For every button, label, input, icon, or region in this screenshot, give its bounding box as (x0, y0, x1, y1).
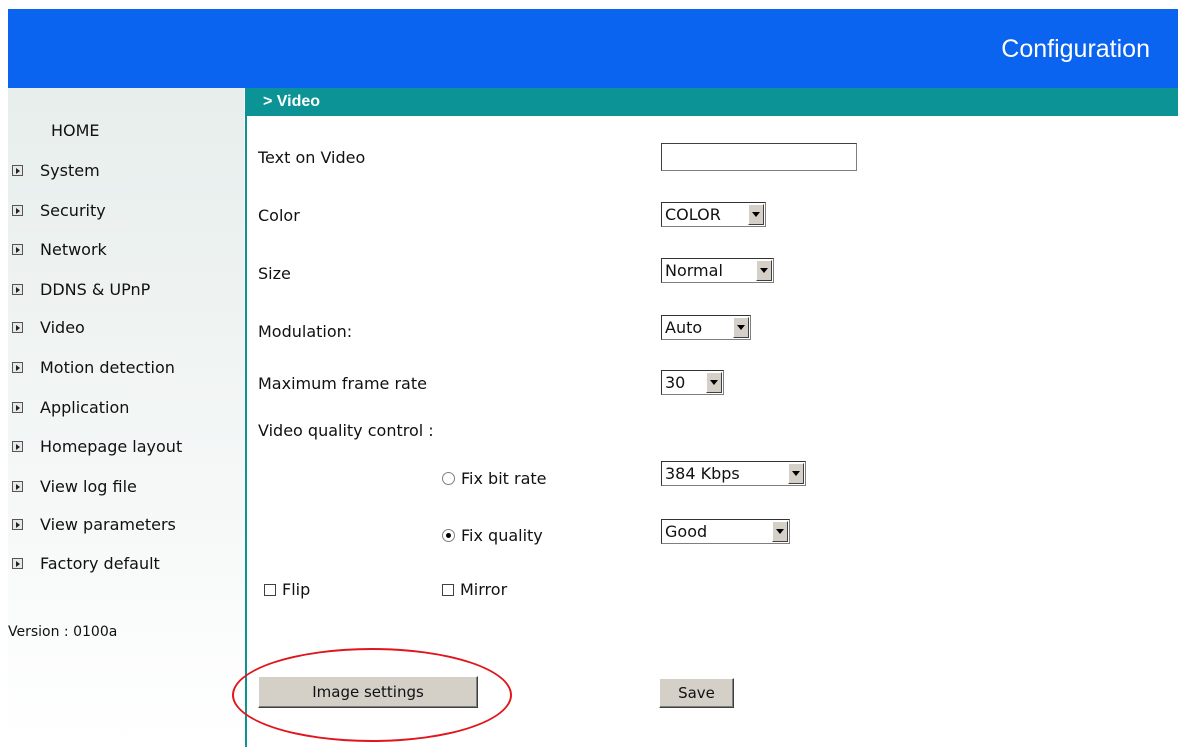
arrow-right-icon (12, 243, 23, 255)
sidebar-item-security[interactable]: Security (12, 199, 106, 221)
arrow-right-icon (12, 361, 23, 373)
sidebar-item-system[interactable]: System (12, 159, 100, 181)
max-frame-rate-select-value: 30 (665, 373, 686, 392)
size-select[interactable]: Normal (661, 258, 774, 283)
sidebar-item-label: Homepage layout (40, 436, 183, 456)
mirror-option[interactable]: Mirror (442, 580, 507, 599)
sidebar-item-label: Security (40, 200, 106, 220)
sidebar-item-application[interactable]: Application (12, 396, 129, 418)
sidebar-item-label: Factory default (40, 553, 160, 573)
arrow-right-icon (12, 204, 23, 216)
sidebar-item-label: DDNS & UPnP (40, 279, 151, 299)
mirror-label: Mirror (460, 580, 508, 599)
chevron-down-icon[interactable] (788, 463, 804, 484)
fix-bit-rate-label: Fix bit rate (461, 469, 547, 488)
flip-label: Flip (282, 580, 311, 599)
sidebar-item-ddns-upnp[interactable]: DDNS & UPnP (12, 278, 150, 300)
flip-option[interactable]: Flip (264, 580, 310, 599)
sidebar-item-network[interactable]: Network (12, 238, 107, 260)
fix-quality-option[interactable]: Fix quality (442, 526, 543, 545)
arrow-right-icon (12, 164, 23, 176)
modulation-select[interactable]: Auto (661, 315, 751, 340)
fix-bit-rate-radio[interactable] (442, 472, 455, 485)
top-banner: Configuration (8, 9, 1178, 88)
max-frame-rate-select[interactable]: 30 (661, 370, 724, 395)
video-quality-control-label: Video quality control : (258, 421, 434, 440)
fix-quality-label: Fix quality (461, 526, 543, 545)
chevron-down-icon[interactable] (706, 372, 722, 393)
sidebar-item-factory-default[interactable]: Factory default (12, 552, 160, 574)
size-select-value: Normal (665, 261, 723, 280)
fix-quality-radio[interactable] (442, 529, 455, 542)
sidebar-item-label: Network (40, 239, 107, 259)
arrow-right-icon (12, 440, 23, 452)
sidebar-item-label: System (40, 160, 100, 180)
quality-select-value: Good (665, 522, 708, 541)
chevron-down-icon[interactable] (748, 204, 764, 225)
color-select[interactable]: COLOR (661, 202, 766, 227)
page-title: Configuration (1001, 35, 1150, 63)
modulation-select-value: Auto (665, 318, 703, 337)
sidebar-item-label: Application (40, 397, 130, 417)
quality-select[interactable]: Good (661, 519, 790, 544)
sidebar-item-label: Motion detection (40, 357, 175, 377)
modulation-label: Modulation: (258, 322, 353, 341)
arrow-right-icon (12, 518, 23, 530)
bit-rate-select[interactable]: 384 Kbps (661, 461, 806, 486)
sidebar-item-label: Video (40, 317, 85, 337)
color-select-value: COLOR (665, 205, 721, 224)
flip-checkbox[interactable] (264, 583, 276, 596)
max-frame-rate-label: Maximum frame rate (258, 374, 427, 393)
size-label: Size (258, 264, 291, 283)
chevron-down-icon[interactable] (772, 521, 788, 542)
fix-bit-rate-option[interactable]: Fix bit rate (442, 469, 547, 488)
chevron-down-icon[interactable] (733, 317, 749, 338)
section-title: > Video (263, 93, 321, 110)
section-header: > Video (247, 88, 1178, 116)
mirror-checkbox[interactable] (442, 583, 454, 596)
sidebar-item-view-parameters[interactable]: View parameters (12, 513, 176, 535)
text-on-video-input[interactable] (661, 143, 857, 171)
save-button[interactable]: Save (659, 678, 734, 708)
sidebar-item-motion-detection[interactable]: Motion detection (12, 356, 175, 378)
sidebar-item-label: View log file (40, 476, 137, 496)
arrow-right-icon (12, 283, 23, 295)
arrow-right-icon (12, 480, 23, 492)
firmware-version: Version : 0100a (8, 624, 118, 640)
arrow-right-icon (12, 321, 23, 333)
sidebar-divider (245, 88, 247, 747)
sidebar-item-view-log-file[interactable]: View log file (12, 475, 137, 497)
chevron-down-icon[interactable] (756, 260, 772, 281)
bit-rate-select-value: 384 Kbps (665, 464, 740, 483)
sidebar-item-homepage-layout[interactable]: Homepage layout (12, 435, 182, 457)
sidebar-item-label: View parameters (40, 514, 176, 534)
arrow-right-icon (12, 557, 23, 569)
image-settings-button[interactable]: Image settings (258, 676, 478, 708)
color-label: Color (258, 206, 300, 225)
sidebar-item-video[interactable]: Video (12, 316, 85, 338)
sidebar-item-home[interactable]: HOME (51, 121, 100, 140)
text-on-video-label: Text on Video (258, 148, 366, 167)
arrow-right-icon (12, 401, 23, 413)
